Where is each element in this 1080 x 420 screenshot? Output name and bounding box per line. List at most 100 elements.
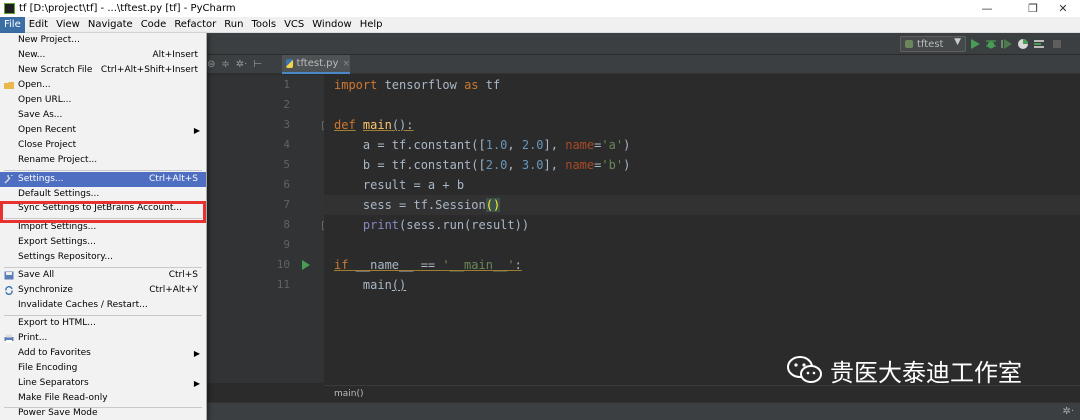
chevron-down-icon: ▼ <box>954 37 961 47</box>
run-config-label: tftest <box>917 38 944 50</box>
sync-icon <box>5 286 13 295</box>
line-number: 9 <box>283 238 290 251</box>
menu-separator <box>4 170 202 171</box>
print-icon <box>4 334 14 343</box>
menu-item-close-project[interactable]: Close Project <box>0 138 206 153</box>
file-menu-dropdown: New Project... New... Alt+Insert New Scra… <box>0 33 207 420</box>
save-icon <box>4 271 14 280</box>
pycharm-app-icon <box>4 3 15 14</box>
status-bar: ✲· <box>207 402 1080 420</box>
menu-bar: File Edit View Navigate Code Refactor Ru… <box>0 16 1080 33</box>
menu-item-open-recent[interactable]: Open Recent ▶ <box>0 123 206 138</box>
run-icon[interactable] <box>969 38 981 50</box>
menu-window[interactable]: Window <box>308 17 355 33</box>
menu-item-save-as[interactable]: Save As... <box>0 108 206 123</box>
project-view-tools: ⊜ ≑ ✲· ⊢ <box>207 57 282 72</box>
menu-separator <box>4 218 202 219</box>
code-line: b = tf.constant([2.0, 3.0], name='b') <box>334 158 631 172</box>
code-line: def main(): <box>334 118 414 132</box>
menu-item-settings-repository[interactable]: Settings Repository... <box>0 250 206 265</box>
submenu-arrow-icon: ▶ <box>193 126 200 135</box>
menu-navigate[interactable]: Navigate <box>84 17 137 33</box>
menu-refactor[interactable]: Refactor <box>170 17 220 33</box>
python-config-icon <box>905 40 913 48</box>
menu-item-line-separators[interactable]: Line Separators ▶ <box>0 376 206 391</box>
stop-icon[interactable] <box>1051 38 1063 50</box>
menu-item-save-all[interactable]: Save All Ctrl+S <box>0 268 206 283</box>
menu-item-print[interactable]: Print... <box>0 331 206 346</box>
line-number: 8 <box>283 218 290 231</box>
menu-item-add-to-favorites[interactable]: Add to Favorites ▶ <box>0 346 206 361</box>
editor-tab-bar: ⊜ ≑ ✲· ⊢ tftest.py × <box>207 55 1080 74</box>
line-number: 6 <box>283 178 290 191</box>
line-number: 11 <box>276 278 290 291</box>
code-line: print(sess.run(result)) <box>362 218 530 232</box>
wrench-icon <box>4 175 13 184</box>
line-number: 2 <box>283 98 290 111</box>
menu-item-open[interactable]: Open... <box>0 78 206 93</box>
code-line: main() <box>334 278 407 292</box>
line-number: 10 <box>276 258 290 271</box>
menu-item-new-scratch-file[interactable]: New Scratch File Ctrl+Alt+Shift+Insert <box>0 63 206 78</box>
submenu-arrow-icon: ▶ <box>193 379 200 388</box>
code-line: import tensorflow as tf <box>334 78 501 92</box>
window-title-bar: tf [D:\project\tf] - ...\tftest.py [tf] … <box>0 0 1080 17</box>
menu-item-settings[interactable]: Settings... Ctrl+Alt+S <box>0 172 206 187</box>
menu-item-default-settings[interactable]: Default Settings... <box>0 187 206 202</box>
line-number: 1 <box>283 78 290 91</box>
divider-icon: ≑ <box>221 59 230 70</box>
menu-item-sync-settings[interactable]: Sync Settings to JetBrains Account... <box>0 201 206 216</box>
line-number: 5 <box>283 158 290 171</box>
editor-gutter: 1 2 3 4 5 6 7 8 9 10 11 <box>207 75 331 383</box>
close-window-button[interactable]: ✕ <box>1040 0 1080 17</box>
menu-file[interactable]: File <box>0 16 25 33</box>
run-configuration-dropdown[interactable]: tftest ▼ <box>900 36 966 52</box>
menu-run[interactable]: Run <box>220 17 247 33</box>
wechat-logo-icon <box>787 356 822 383</box>
code-line: result = a + b <box>334 178 465 192</box>
run-gutter-icon[interactable] <box>302 260 310 270</box>
folder-icon <box>4 82 14 89</box>
menu-item-rename-project[interactable]: Rename Project... <box>0 153 206 168</box>
tab-filename: tftest.py <box>296 58 339 69</box>
menu-item-export-html[interactable]: Export to HTML... <box>0 316 206 331</box>
submenu-arrow-icon: ▶ <box>193 349 200 358</box>
code-line: sess = tf.Session() <box>334 198 501 212</box>
code-line: a = tf.constant([1.0, 2.0], name='a') <box>334 138 631 152</box>
tab-tftest-py[interactable]: tftest.py × <box>282 55 350 74</box>
menu-item-new-project[interactable]: New Project... <box>0 33 206 48</box>
menu-item-open-url[interactable]: Open URL... <box>0 93 206 108</box>
gear-icon[interactable]: ✲· <box>236 59 248 70</box>
menu-item-export-settings[interactable]: Export Settings... <box>0 235 206 250</box>
collapse-all-icon[interactable]: ⊜ <box>207 59 215 70</box>
debug-icon[interactable] <box>985 38 997 50</box>
menu-tools[interactable]: Tools <box>247 17 280 33</box>
menu-edit[interactable]: Edit <box>25 17 52 33</box>
settings-gear-icon[interactable]: ✲· <box>1062 406 1074 417</box>
menu-item-invalidate-caches[interactable]: Invalidate Caches / Restart... <box>0 298 206 313</box>
close-tab-icon[interactable]: × <box>342 59 350 69</box>
hide-panel-icon[interactable]: ⊢ <box>253 59 262 70</box>
concurrency-diagram-icon[interactable] <box>1033 38 1045 50</box>
menu-vcs[interactable]: VCS <box>280 17 308 33</box>
main-toolbar: tftest ▼ <box>207 33 1080 55</box>
menu-item-import-settings[interactable]: Import Settings... <box>0 220 206 235</box>
minimize-button[interactable]: — <box>964 0 1010 17</box>
menu-item-new[interactable]: New... Alt+Insert <box>0 48 206 63</box>
line-number: 7 <box>283 198 290 211</box>
window-title: tf [D:\project\tf] - ...\tftest.py [tf] … <box>19 3 236 14</box>
menu-item-file-encoding[interactable]: File Encoding <box>0 361 206 376</box>
watermark: 贵医大泰迪工作室 <box>786 352 1022 388</box>
profile-icon[interactable] <box>1017 38 1029 50</box>
line-number: 3 <box>283 118 290 131</box>
menu-item-make-read-only[interactable]: Make File Read-only <box>0 391 206 406</box>
menu-help[interactable]: Help <box>356 17 387 33</box>
run-with-coverage-icon[interactable] <box>1001 38 1013 50</box>
menu-item-synchronize[interactable]: Synchronize Ctrl+Alt+Y <box>0 283 206 298</box>
line-number: 4 <box>283 138 290 151</box>
menu-item-power-save-mode[interactable]: Power Save Mode <box>0 406 206 420</box>
code-line: if __name__ == '__main__': <box>334 258 522 272</box>
menu-view[interactable]: View <box>52 17 84 33</box>
code-editor[interactable]: import tensorflow as tf def main(): a = … <box>324 75 1080 383</box>
menu-code[interactable]: Code <box>137 17 171 33</box>
